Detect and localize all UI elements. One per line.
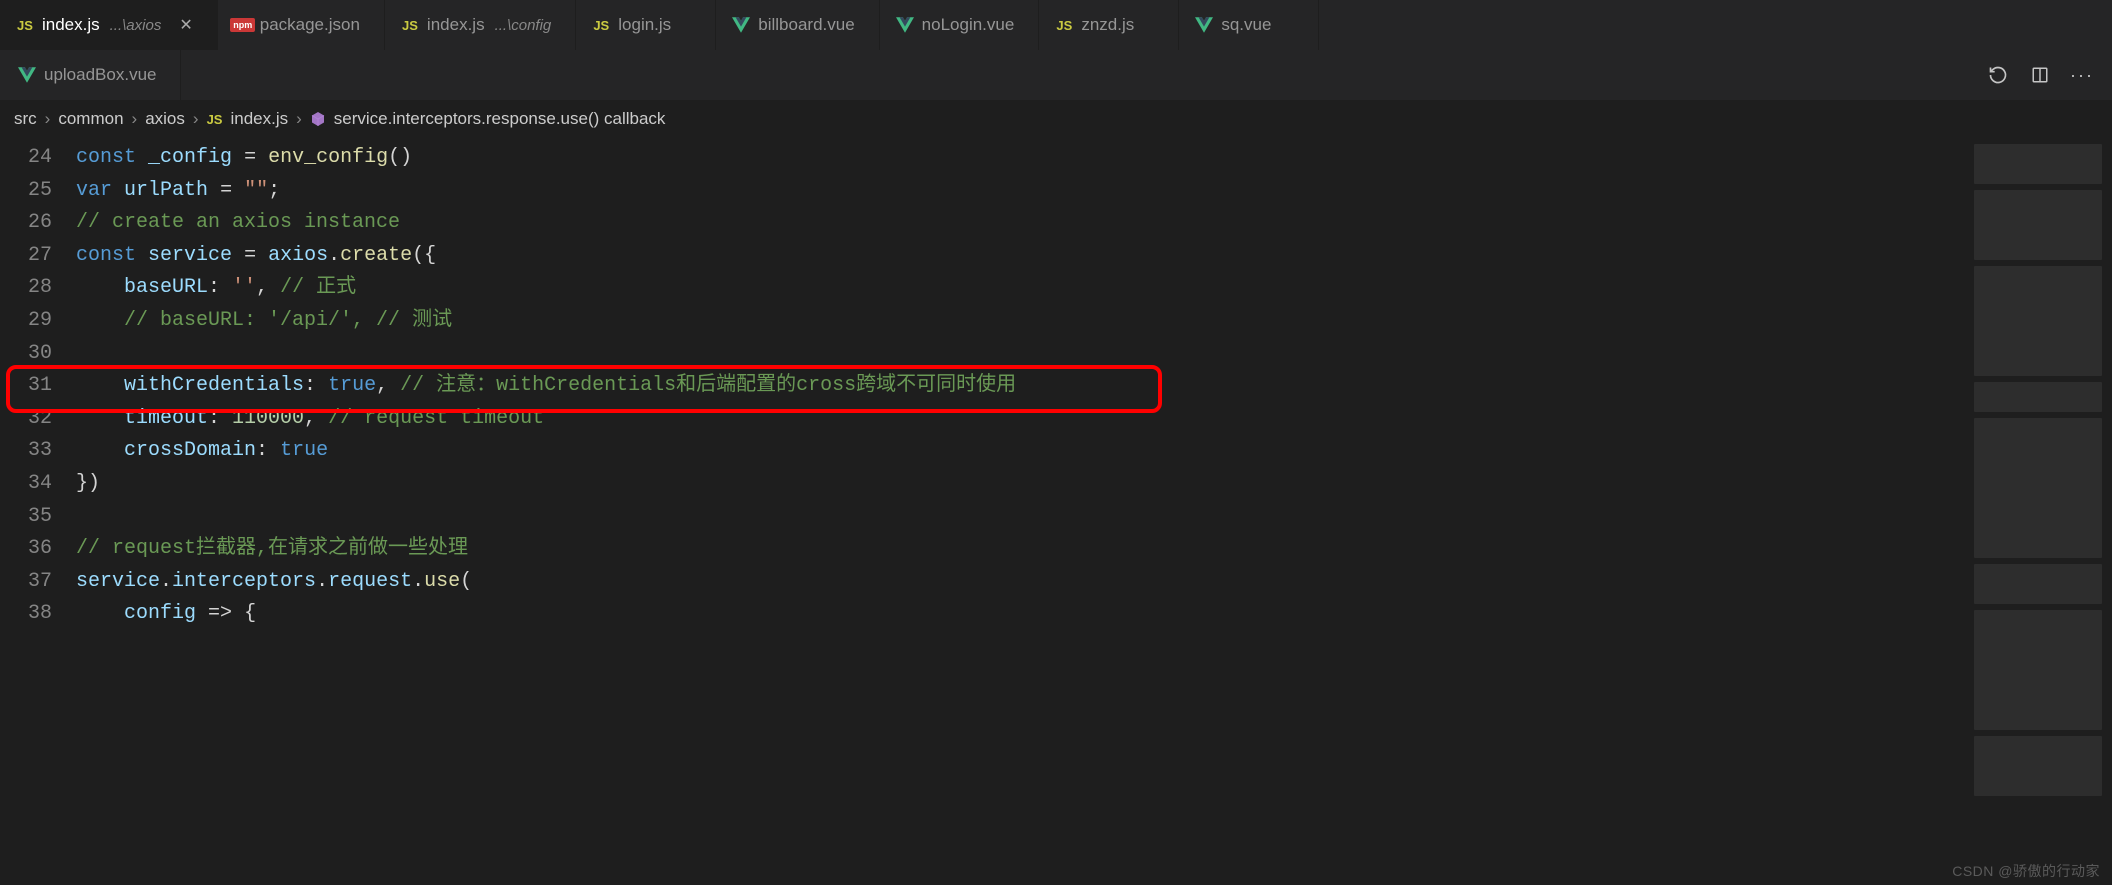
tab-billboard-vue[interactable]: billboard.vue (716, 0, 879, 50)
breadcrumb-item[interactable]: src (14, 109, 37, 129)
tab-suffix: ...\axios (110, 17, 162, 34)
code-line-33[interactable]: crossDomain: true (76, 435, 1964, 468)
code-line-24[interactable]: const _config = env_config() (76, 142, 1964, 175)
chevron-right-icon: › (45, 109, 51, 129)
code-line-25[interactable]: var urlPath = ""; (76, 175, 1964, 208)
code-line-37[interactable]: service.interceptors.request.use( (76, 566, 1964, 599)
vue-icon (896, 16, 914, 34)
tab-label: login.js (618, 15, 671, 35)
vue-icon (18, 66, 36, 84)
vue-icon (732, 16, 750, 34)
tab-suffix: ...\config (495, 17, 552, 34)
breadcrumb-item[interactable]: common (58, 109, 123, 129)
watermark: CSDN @骄傲的行动家 (1952, 861, 2100, 881)
history-icon[interactable] (1986, 63, 2010, 87)
tabs-row-2: uploadBox.vue ··· (0, 50, 2112, 100)
breadcrumb-symbol[interactable]: service.interceptors.response.use() call… (334, 109, 666, 129)
code-line-36[interactable]: // request拦截器,在请求之前做一些处理 (76, 533, 1964, 566)
more-actions-icon[interactable]: ··· (2070, 63, 2094, 87)
code-line-30[interactable] (76, 338, 1964, 371)
code-line-28[interactable]: baseURL: '', // 正式 (76, 272, 1964, 305)
tab-index-js[interactable]: JS index.js ...\config (385, 0, 576, 50)
tab-label: billboard.vue (758, 15, 854, 35)
editor-area: 242526272829303132333435363738 const _co… (0, 138, 2112, 885)
tab-label: znzd.js (1081, 15, 1134, 35)
code-line-27[interactable]: const service = axios.create({ (76, 240, 1964, 273)
split-editor-icon[interactable] (2028, 63, 2052, 87)
tab-package-json[interactable]: npm package.json (218, 0, 385, 50)
js-icon: JS (593, 18, 609, 33)
tab-label: index.js (427, 15, 485, 35)
tab-label: sq.vue (1221, 15, 1271, 35)
close-icon[interactable]: ✕ (179, 15, 192, 35)
tab-label: noLogin.vue (922, 15, 1015, 35)
js-icon: JS (207, 112, 223, 127)
breadcrumb-item[interactable]: axios (145, 109, 185, 129)
line-gutter: 242526272829303132333435363738 (0, 138, 76, 885)
tab-login-js[interactable]: JS login.js (576, 0, 716, 50)
code-line-38[interactable]: config => { (76, 598, 1964, 631)
tabs-row-1: JS index.js ...\axios ✕ npm package.json JS ind… (0, 0, 2112, 50)
js-icon: JS (17, 18, 33, 33)
chevron-right-icon: › (296, 109, 302, 129)
tab-uploadbox-vue[interactable]: uploadBox.vue (0, 50, 181, 100)
code-content[interactable]: const _config = env_config()var urlPath … (76, 138, 1964, 885)
tab-nologin-vue[interactable]: noLogin.vue (880, 0, 1040, 50)
chevron-right-icon: › (193, 109, 199, 129)
chevron-right-icon: › (132, 109, 138, 129)
vue-icon (1195, 16, 1213, 34)
code-line-32[interactable]: timeout: 110000, // request timeout (76, 403, 1964, 436)
tab-label: package.json (260, 15, 360, 35)
tab-label: uploadBox.vue (44, 65, 156, 85)
code-line-29[interactable]: // baseURL: '/api/', // 测试 (76, 305, 1964, 338)
js-icon: JS (1056, 18, 1072, 33)
code-line-26[interactable]: // create an axios instance (76, 207, 1964, 240)
npm-icon: npm (230, 18, 255, 32)
code-line-34[interactable]: }) (76, 468, 1964, 501)
minimap[interactable] (1964, 138, 2112, 885)
breadcrumb[interactable]: src › common › axios › JS index.js › ser… (0, 100, 2112, 138)
js-icon: JS (402, 18, 418, 33)
editor-actions: ··· (1968, 50, 2112, 100)
tab-znzd-js[interactable]: JS znzd.js (1039, 0, 1179, 50)
code-line-35[interactable] (76, 501, 1964, 534)
tab-sq-vue[interactable]: sq.vue (1179, 0, 1319, 50)
code-line-31[interactable]: withCredentials: true, // 注意：withCredent… (76, 370, 1964, 403)
tab-index-js[interactable]: JS index.js ...\axios ✕ (0, 0, 218, 50)
tab-label: index.js (42, 15, 100, 35)
method-icon (310, 111, 326, 127)
breadcrumb-file[interactable]: index.js (230, 109, 288, 129)
